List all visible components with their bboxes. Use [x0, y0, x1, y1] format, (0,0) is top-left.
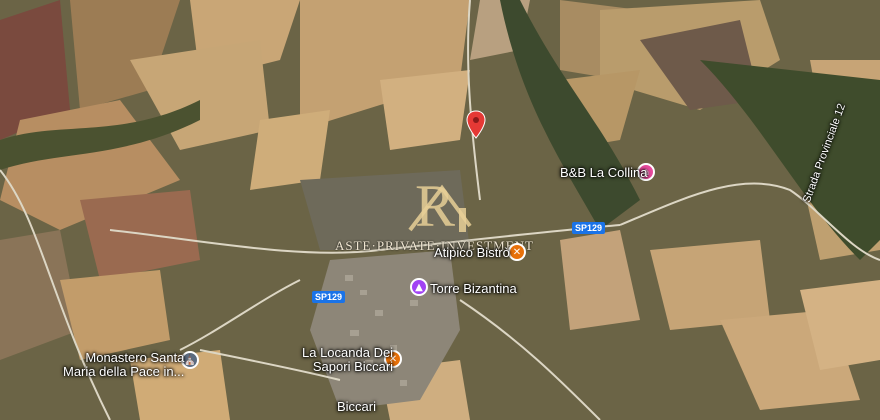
- svg-text:R: R: [415, 173, 455, 239]
- marker-label-monastero[interactable]: Monastero Santa Maria della Pace in...: [63, 351, 184, 379]
- town-label-biccari: Biccari: [337, 399, 377, 414]
- marker-label-torre-bizantina[interactable]: Torre Bizantina: [430, 282, 517, 296]
- locanda-line1: La Locanda Dei: [302, 345, 394, 360]
- marker-label-atipico-bistro[interactable]: Atipico Bistrò: [434, 246, 510, 260]
- restaurant-icon[interactable]: ✕: [508, 243, 526, 261]
- marker-label-bb-la-collina[interactable]: B&B La Collina: [560, 166, 647, 180]
- road-shield-sp129: SP129: [572, 222, 606, 234]
- locanda-line2: Sapori Biccari: [312, 359, 394, 374]
- monastero-line1: Monastero Santa: [85, 350, 185, 365]
- monastero-line2: Maria della Pace in...: [63, 364, 185, 379]
- marker-label-la-locanda[interactable]: La Locanda Dei Sapori Biccari: [302, 346, 393, 374]
- road-shield-sp129-2: SP129: [312, 291, 346, 303]
- location-pin-icon[interactable]: [466, 110, 486, 140]
- landmark-icon[interactable]: ▲: [410, 278, 428, 296]
